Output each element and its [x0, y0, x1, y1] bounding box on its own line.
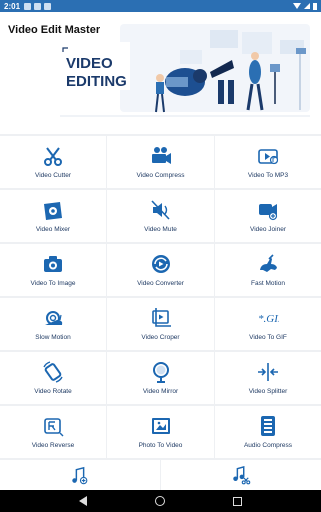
tool-label: Video Reverse — [31, 442, 75, 449]
status-bar: 2:01 — [0, 0, 321, 12]
tool-music-cut[interactable] — [161, 460, 321, 490]
video-music-icon — [258, 149, 279, 165]
speaker-mute-icon — [150, 200, 170, 220]
navigation-bar — [0, 490, 321, 512]
camera-icon — [44, 256, 62, 272]
tool-label: Slow Motion — [35, 334, 71, 341]
tool-label: Video To Image — [30, 280, 76, 287]
tool-label: Video Croper — [141, 334, 180, 341]
photo-to-video-icon — [151, 418, 170, 434]
tool-label: Video Splitter — [248, 388, 288, 395]
notification-icon — [44, 2, 52, 10]
tool-label: Video Converter — [137, 280, 184, 287]
tool-label: Video Rotate — [34, 388, 72, 395]
tool-label: Audio Compress — [243, 442, 293, 449]
back-icon[interactable] — [79, 496, 87, 506]
tool-video-rotate[interactable]: Video Rotate — [0, 352, 106, 404]
tool-label: Photo To Video — [138, 442, 183, 449]
tool-slow-motion[interactable]: Slow Motion — [0, 298, 106, 350]
scissors-icon — [44, 147, 62, 166]
tool-video-to-mp3[interactable]: Video To MP3 — [215, 136, 321, 188]
status-time: 2:01 — [4, 1, 21, 11]
video-editing-banner: VIDEO EDITING — [60, 24, 310, 117]
tool-video-mute[interactable]: Video Mute — [107, 190, 214, 242]
signal-icon — [304, 3, 310, 9]
tool-photo-to-video[interactable]: Photo To Video — [107, 406, 214, 458]
audio-compress-icon — [261, 416, 275, 436]
tool-label: Video Cutter — [34, 172, 71, 179]
video-converter-icon — [151, 255, 170, 273]
svg-text:*.GIF: *.GIF — [258, 313, 279, 325]
crop-icon — [151, 308, 171, 327]
tool-audio-compress[interactable]: Audio Compress — [215, 406, 321, 458]
battery-icon — [313, 2, 317, 10]
tool-label: Video Joiner — [249, 226, 287, 233]
tool-video-splitter[interactable]: Video Splitter — [215, 352, 321, 404]
tool-video-converter[interactable]: Video Converter — [107, 244, 214, 296]
banner-line1: VIDEO — [66, 55, 113, 72]
app-screen: 2:01 Video Edit Master VIDEO EDITING Vid… — [0, 0, 321, 512]
rabbit-icon — [260, 254, 277, 272]
tool-label: Video Mixer — [35, 226, 71, 233]
tool-video-reverse[interactable]: Video Reverse — [0, 406, 106, 458]
tool-video-mixer[interactable]: Video Mixer — [0, 190, 106, 242]
tool-music-add[interactable] — [0, 460, 160, 490]
notification-icon — [24, 2, 32, 10]
tool-label: Fast Motion — [251, 280, 285, 287]
movie-camera-icon — [151, 147, 171, 164]
tools-grid: Video Cutter Video Compress Video To MP3 Vi… — [0, 136, 321, 458]
notification-icon — [34, 2, 42, 10]
tool-video-mirror[interactable]: Video Mirror — [107, 352, 214, 404]
tool-video-to-gif[interactable]: *.GIF Video To GIF — [215, 298, 321, 350]
rotate-icon — [43, 361, 63, 383]
tool-video-compress[interactable]: Video Compress — [107, 136, 214, 188]
video-joiner-icon — [259, 204, 278, 221]
tool-video-joiner[interactable]: Video Joiner — [215, 190, 321, 242]
tool-video-croper[interactable]: Video Croper — [107, 298, 214, 350]
music-add-icon — [72, 466, 88, 485]
music-cut-icon — [233, 466, 251, 485]
tool-label: Video Mute — [144, 226, 177, 233]
home-icon[interactable] — [155, 496, 165, 506]
tool-video-to-image[interactable]: Video To Image — [0, 244, 106, 296]
reverse-icon — [44, 418, 64, 437]
recent-apps-icon[interactable] — [233, 496, 242, 506]
mirror-icon — [152, 362, 169, 383]
gif-icon: *.GIF — [258, 313, 279, 325]
tool-label: Video Mirror — [142, 388, 179, 395]
tool-label: Video To GIF — [249, 334, 287, 341]
tools-bottom-row — [0, 460, 321, 490]
wifi-icon — [293, 3, 301, 9]
tool-label: Video Compress — [136, 172, 185, 179]
tool-label: Video To MP3 — [247, 172, 289, 179]
tool-video-cutter[interactable]: Video Cutter — [0, 136, 106, 188]
banner-line2: EDITING — [66, 73, 127, 90]
tool-fast-motion[interactable]: Fast Motion — [215, 244, 321, 296]
snail-icon — [45, 311, 63, 325]
video-mixer-icon — [44, 202, 62, 220]
splitter-icon — [258, 363, 278, 381]
header: Video Edit Master VIDEO EDITING — [0, 12, 321, 134]
